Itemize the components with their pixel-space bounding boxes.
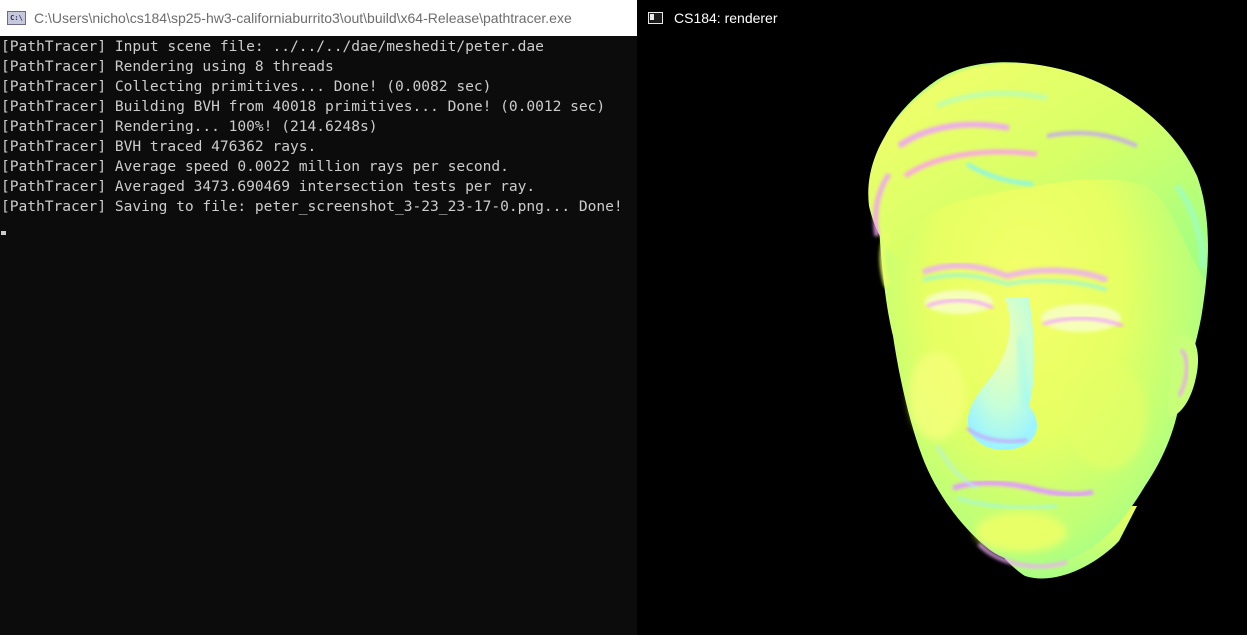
console-app-icon-glyph: C:\ [10, 13, 23, 22]
console-app-icon: C:\ [7, 11, 26, 25]
console-line: [PathTracer] Averaged 3473.690469 inters… [1, 178, 536, 195]
console-line: [PathTracer] Input scene file: ../../../… [1, 38, 544, 55]
console-output[interactable]: [PathTracer] Input scene file: ../../../… [1, 37, 637, 217]
console-window-title: C:\Users\nicho\cs184\sp25-hw3-california… [34, 10, 572, 26]
window-app-icon [648, 12, 663, 24]
renderer-window-title: CS184: renderer [674, 10, 778, 26]
console-line: [PathTracer] Building BVH from 40018 pri… [1, 98, 606, 115]
renderer-titlebar[interactable]: CS184: renderer [637, 0, 1247, 36]
console-cursor [1, 231, 6, 235]
console-line: [PathTracer] BVH traced 476362 rays. [1, 138, 317, 155]
head-mesh-render [868, 62, 1208, 579]
console-line: [PathTracer] Rendering using 8 threads [1, 58, 334, 75]
renderer-window[interactable]: CS184: renderer [637, 0, 1247, 635]
console-line: [PathTracer] Average speed 0.0022 millio… [1, 158, 509, 175]
console-titlebar[interactable]: C:\ C:\Users\nicho\cs184\sp25-hw3-califo… [0, 0, 637, 36]
console-line: [PathTracer] Rendering... 100%! (214.624… [1, 118, 378, 135]
console-window[interactable]: C:\ C:\Users\nicho\cs184\sp25-hw3-califo… [0, 0, 637, 635]
console-line: [PathTracer] Collecting primitives... Do… [1, 78, 492, 95]
console-line: [PathTracer] Saving to file: peter_scree… [1, 198, 623, 215]
render-viewport[interactable] [637, 36, 1247, 635]
